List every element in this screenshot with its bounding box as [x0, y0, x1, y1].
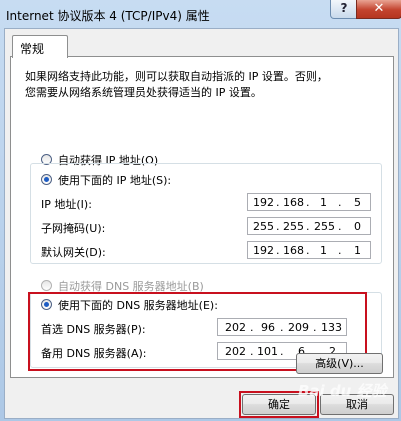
advanced-button[interactable]: 高级(V)...	[296, 353, 383, 374]
ip-address-label: IP 地址(I):	[41, 198, 92, 211]
description: 如果网络支持此功能，则可以获取自动指派的 IP 设置。否则， 您需要从网络系统管…	[25, 69, 385, 101]
window-title: Internet 协议版本 4 (TCP/IPv4) 属性	[6, 9, 210, 23]
manual-ip-radio[interactable]	[41, 174, 52, 185]
help-button[interactable]: ?	[330, 0, 358, 19]
tab-general[interactable]: 常规	[12, 35, 68, 58]
description-line-1: 如果网络支持此功能，则可以获取自动指派的 IP 设置。否则，	[25, 70, 328, 83]
tab-general-label: 常规	[20, 42, 45, 56]
manual-ip-label: 使用下面的 IP 地址(S):	[58, 172, 174, 188]
dialog-client: 常规 如果网络支持此功能，则可以获取自动指派的 IP 设置。否则， 您需要从网络…	[4, 28, 399, 419]
default-gateway-input[interactable]: 192 . 168 . 1 . 1	[247, 241, 371, 259]
subnet-mask-label: 子网掩码(U):	[41, 222, 106, 235]
subnet-mask-input[interactable]: 255 . 255 . 255 . 0	[247, 217, 371, 235]
general-panel: 如果网络支持此功能，则可以获取自动指派的 IP 设置。否则， 您需要从网络系统管…	[10, 56, 394, 378]
description-line-2: 您需要从网络系统管理员处获得适当的 IP 设置。	[25, 86, 262, 99]
dialog-window: Internet 协议版本 4 (TCP/IPv4) 属性 ? ✕ 常规 如果网…	[0, 0, 401, 421]
ip-address-input[interactable]: 192 . 168 . 1 . 5	[247, 193, 371, 211]
auto-dns-radio[interactable]	[41, 280, 52, 291]
title-bar[interactable]: Internet 协议版本 4 (TCP/IPv4) 属性 ? ✕	[0, 0, 401, 28]
close-button[interactable]: ✕	[356, 0, 401, 19]
baidu-watermark: Bai du 经验	[298, 382, 387, 400]
default-gateway-label: 默认网关(D):	[41, 246, 106, 259]
